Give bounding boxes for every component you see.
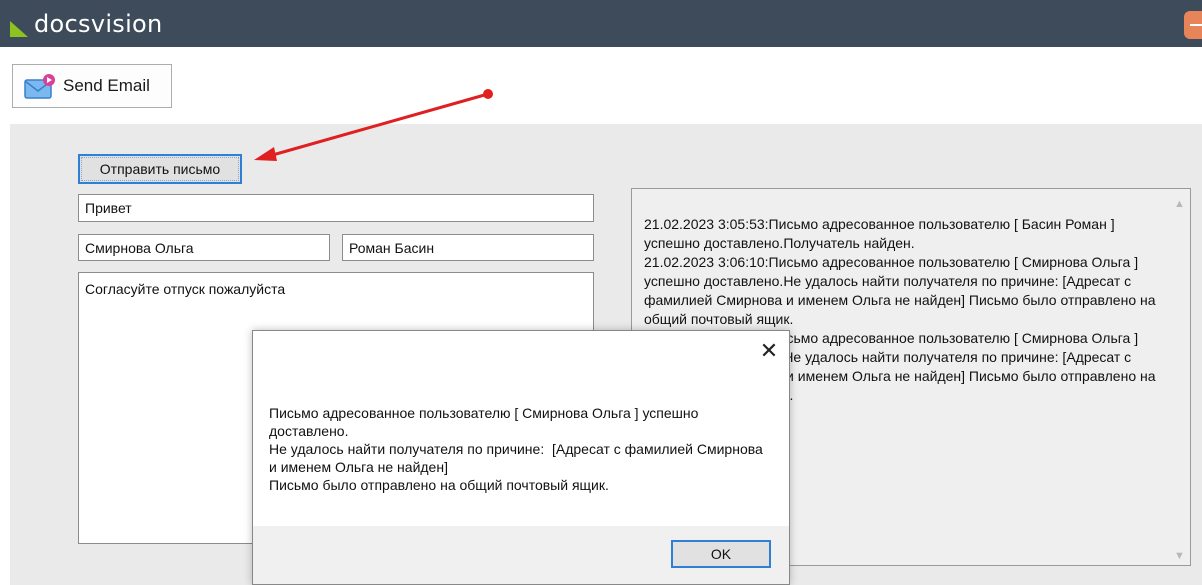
brand-name: docsvision [34, 10, 163, 38]
dialog-message-line: Письмо адресованное пользователю [ Смирн… [269, 405, 703, 439]
scroll-down-icon[interactable]: ▼ [1174, 547, 1185, 562]
close-icon[interactable]: ✕ [757, 338, 781, 363]
ok-button[interactable]: OK [671, 540, 771, 568]
window-minimize-button[interactable] [1184, 11, 1202, 39]
brand-triangle-icon [10, 21, 28, 37]
email-envelope-icon [24, 74, 55, 99]
send-email-toolbar-button[interactable]: Send Email [12, 64, 172, 108]
dialog-message-line: Не удалось найти получателя по причине: … [269, 441, 767, 475]
recipient-input[interactable] [78, 234, 330, 261]
subject-input[interactable] [78, 194, 594, 222]
brand-logo: docsvision [10, 10, 163, 38]
message-dialog: ✕ Письмо адресованное пользователю [ Сми… [252, 330, 790, 585]
log-line: 21.02.2023 3:05:53:Письмо адресованное п… [644, 216, 1115, 251]
scroll-up-icon[interactable]: ▲ [1174, 195, 1185, 210]
dialog-message: Письмо адресованное пользователю [ Смирн… [269, 404, 769, 494]
dialog-footer: OK [253, 526, 789, 584]
dialog-message-line: Письмо было отправлено на общий почтовый… [269, 477, 609, 493]
send-email-label: Send Email [63, 76, 150, 95]
log-line: 21.02.2023 3:06:10:Письмо адресованное п… [644, 254, 1156, 327]
sender-input[interactable] [342, 234, 594, 261]
send-letter-button[interactable]: Отправить письмо [78, 154, 242, 184]
top-bar: docsvision [0, 0, 1202, 47]
